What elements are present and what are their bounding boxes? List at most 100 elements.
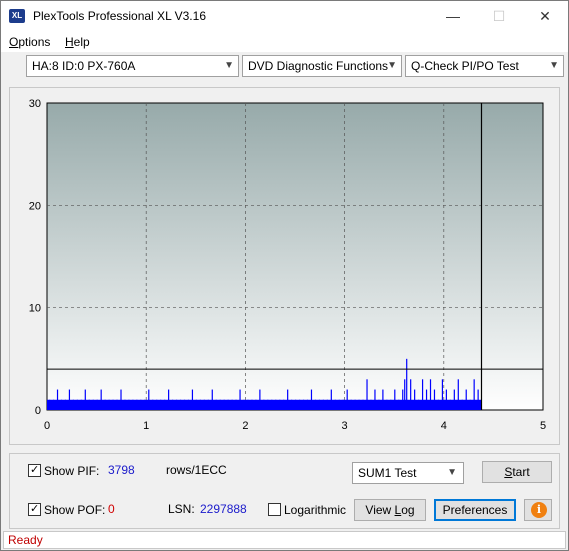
pif-bar <box>334 399 336 410</box>
chevron-down-icon: ▼ <box>549 60 559 71</box>
x-tick-label: 3 <box>342 420 348 432</box>
lsn-value: 2297888 <box>200 502 247 516</box>
pif-bar <box>477 389 479 410</box>
start-button[interactable]: Start <box>482 461 552 483</box>
pif-bar <box>112 399 114 410</box>
pif-bar <box>148 389 150 410</box>
pif-bar <box>227 399 229 410</box>
pif-bar <box>295 399 297 410</box>
pif-bar <box>211 389 213 410</box>
x-tick-label: 2 <box>242 420 248 432</box>
pif-bar <box>271 399 273 410</box>
lsn-label: LSN: <box>168 502 195 516</box>
pif-bar <box>72 399 74 410</box>
pif-bar <box>60 399 63 410</box>
pif-bar <box>223 399 225 410</box>
pif-bar <box>104 399 106 410</box>
pif-bar <box>386 399 388 410</box>
menu-options[interactable]: Options <box>9 35 50 49</box>
pif-bar <box>322 399 324 410</box>
pif-bar <box>382 389 384 410</box>
drive-select[interactable]: HA:8 ID:0 PX-760A ▼ <box>26 55 239 77</box>
pif-bar <box>390 399 392 410</box>
test-select-value: Q-Check PI/PO Test <box>411 59 519 73</box>
chevron-down-icon: ▼ <box>387 60 397 71</box>
pif-bar <box>275 399 277 410</box>
close-button[interactable]: ✕ <box>522 1 568 31</box>
drive-select-value: HA:8 ID:0 PX-760A <box>32 59 136 73</box>
pif-bar <box>404 379 406 410</box>
x-tick-label: 1 <box>143 420 149 432</box>
pif-bar <box>425 389 428 410</box>
x-tick-label: 0 <box>44 420 50 432</box>
function-select-value: DVD Diagnostic Functions <box>248 59 389 73</box>
pif-bar <box>215 399 217 410</box>
pif-bar <box>433 389 436 410</box>
pif-bar <box>350 399 352 410</box>
pif-value: 3798 <box>108 463 135 477</box>
test-select[interactable]: Q-Check PI/PO Test ▼ <box>405 55 564 77</box>
pif-bar <box>287 389 289 410</box>
chart-panel: 0 1 2 3 4 5 0 10 20 30 <box>9 87 560 445</box>
pif-bar <box>231 399 233 410</box>
title-bar: XL PlexTools Professional XL V3.16 — ☐ ✕ <box>1 1 568 32</box>
logarithmic-checkbox[interactable] <box>268 503 281 516</box>
pif-bar <box>195 399 197 410</box>
x-tick-label: 4 <box>441 420 447 432</box>
pif-bar <box>56 389 59 410</box>
show-pof-checkbox[interactable] <box>28 502 41 516</box>
pi-po-chart: 0 1 2 3 4 5 0 10 20 30 <box>29 98 546 432</box>
show-pof-label: Show POF: <box>44 503 106 517</box>
minimize-button[interactable]: — <box>430 1 476 31</box>
pif-bar <box>445 389 447 410</box>
pif-bar <box>64 399 67 410</box>
pif-bar <box>52 399 55 410</box>
function-select[interactable]: DVD Diagnostic Functions ▼ <box>242 55 402 77</box>
sum-test-value: SUM1 Test <box>358 466 417 480</box>
pif-bar <box>68 389 71 410</box>
pif-bar <box>326 399 328 410</box>
pif-bar <box>160 399 162 410</box>
pif-bar <box>132 399 134 410</box>
chevron-down-icon: ▼ <box>224 60 234 71</box>
pif-bar <box>263 399 265 410</box>
pif-bar <box>418 399 420 410</box>
pif-bar <box>465 389 467 410</box>
pif-bar <box>441 379 444 410</box>
pif-bar <box>410 379 412 410</box>
pif-bar <box>330 389 332 410</box>
pif-bar <box>342 399 344 410</box>
pif-bar <box>144 399 146 410</box>
y-tick-label: 30 <box>29 98 41 110</box>
pif-bar <box>168 389 170 410</box>
pif-bar <box>92 399 94 410</box>
sum-test-select[interactable]: SUM1 Test ▼ <box>352 462 464 484</box>
pif-bar <box>171 399 174 410</box>
info-button[interactable]: i <box>524 499 552 521</box>
app-window: XL PlexTools Professional XL V3.16 — ☐ ✕… <box>0 0 569 551</box>
pif-bar <box>469 399 471 410</box>
show-pif-checkbox[interactable] <box>28 463 41 477</box>
pif-bar <box>378 399 380 410</box>
chevron-down-icon: ▼ <box>447 467 457 478</box>
view-log-button[interactable]: View Log <box>354 499 426 521</box>
pif-bar <box>164 399 166 410</box>
pif-bar <box>310 389 313 410</box>
pif-bar <box>48 399 51 410</box>
y-tick-label: 20 <box>29 200 41 212</box>
pif-bar <box>128 399 130 410</box>
app-logo-icon: XL <box>9 9 25 23</box>
pif-bar <box>136 399 138 410</box>
pif-bar <box>255 399 257 410</box>
pif-bar <box>179 399 182 410</box>
pif-bar <box>219 399 221 410</box>
y-tick-label: 10 <box>29 303 41 315</box>
menu-help[interactable]: Help <box>65 35 90 49</box>
pif-bar <box>406 358 408 410</box>
pif-bar <box>366 379 368 410</box>
preferences-button[interactable]: Preferences <box>434 499 516 521</box>
show-pif-label: Show PIF: <box>44 464 100 478</box>
pif-bar <box>235 399 237 410</box>
pif-bar <box>421 379 424 410</box>
pif-bar <box>306 399 309 410</box>
